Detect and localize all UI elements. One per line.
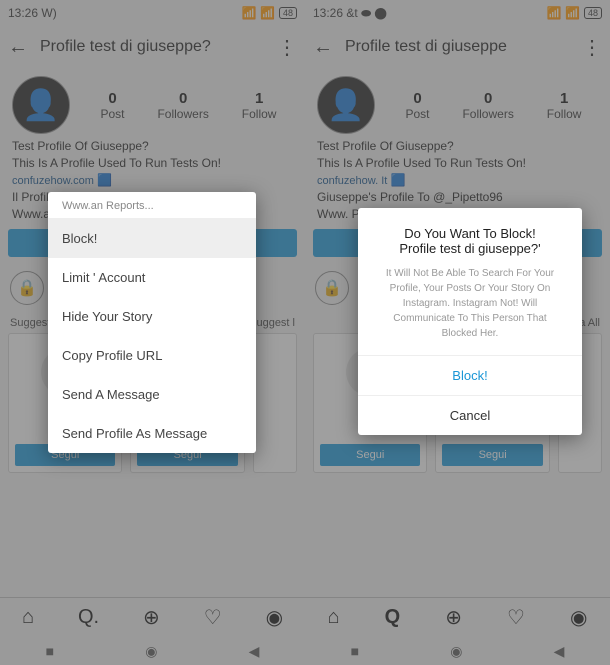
dialog-block-button[interactable]: Block!: [358, 355, 582, 395]
menu-item-copy-url[interactable]: Copy Profile URL: [48, 336, 256, 375]
menu-item-send-message[interactable]: Send A Message: [48, 375, 256, 414]
dialog-description: It Will Not Be Able To Search For Your P…: [358, 266, 582, 341]
dialog-cancel-button[interactable]: Cancel: [358, 395, 582, 435]
menu-item-send-profile[interactable]: Send Profile As Message: [48, 414, 256, 453]
menu-item-limit[interactable]: Limit ' Account: [48, 258, 256, 297]
action-sheet: Www.an Reports... Block! Limit ' Account…: [48, 192, 256, 453]
dialog-profile-name: Profile test di giuseppe?': [358, 241, 582, 256]
sheet-header: Www.an Reports...: [48, 192, 256, 219]
block-dialog: Do You Want To Block! Profile test di gi…: [358, 208, 582, 435]
dialog-question: Do You Want To Block!: [358, 226, 582, 241]
menu-item-hide-story[interactable]: Hide Your Story: [48, 297, 256, 336]
menu-item-block[interactable]: Block!: [48, 219, 256, 258]
